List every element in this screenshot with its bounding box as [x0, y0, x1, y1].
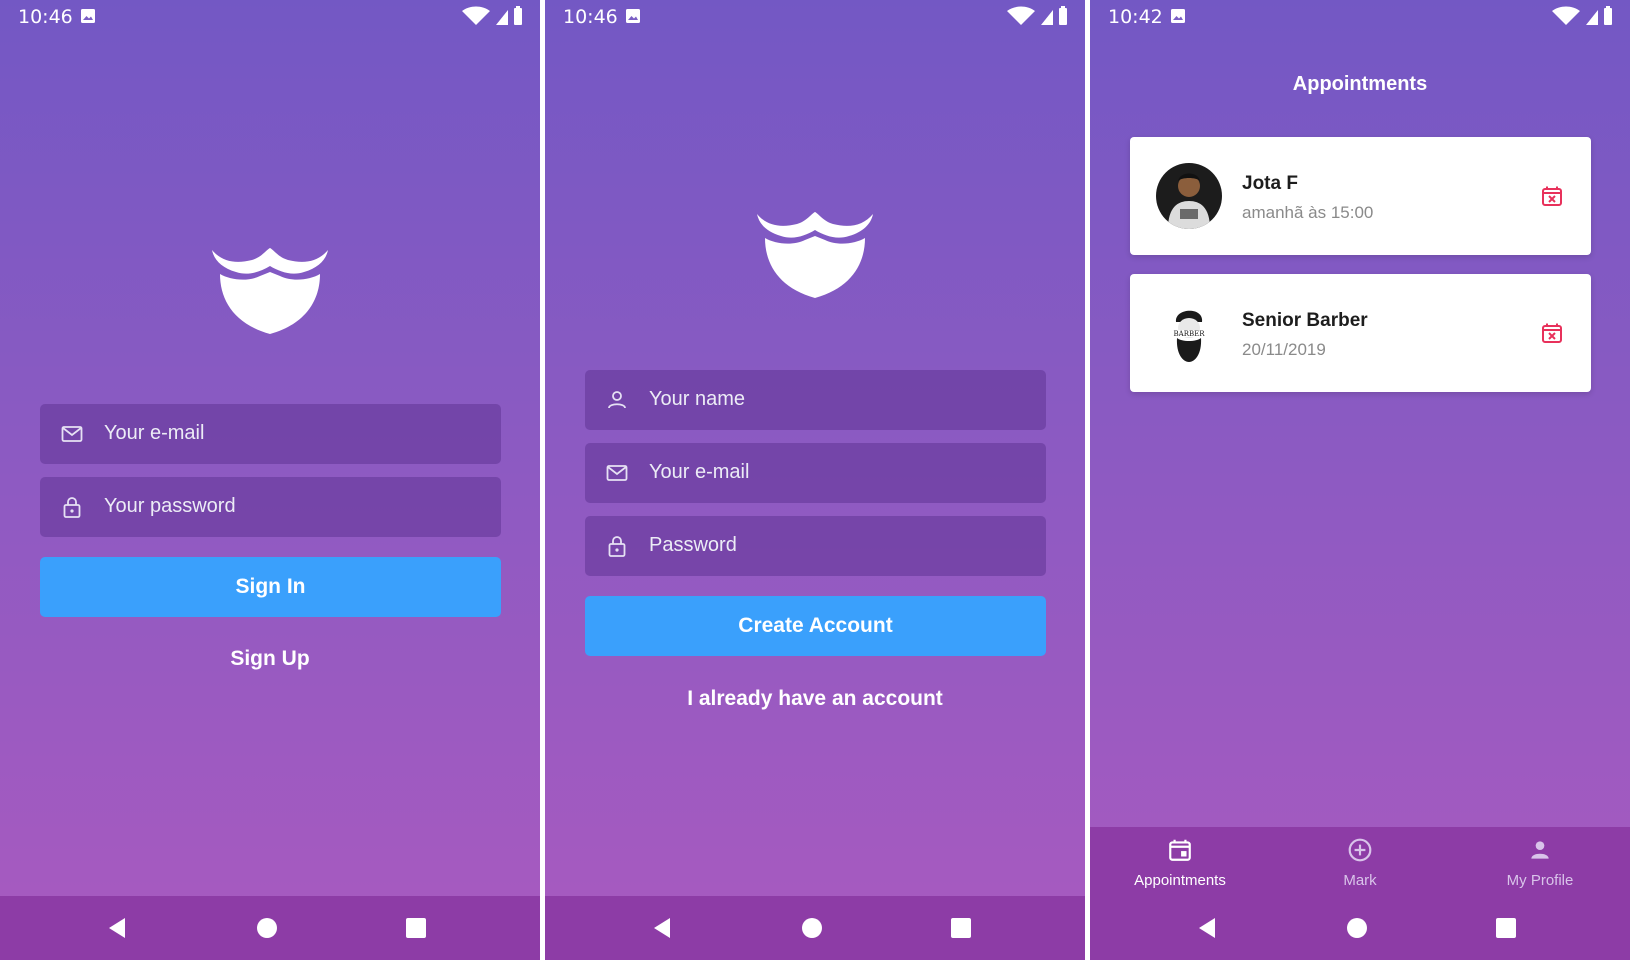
barber-name: Jota F — [1242, 173, 1298, 194]
lock-icon — [60, 495, 84, 519]
avatar — [1156, 163, 1222, 229]
back-icon[interactable] — [104, 914, 132, 942]
password-field[interactable]: Your password — [40, 477, 501, 537]
appointment-card[interactable]: Jota F amanhã às 15:00 — [1130, 137, 1591, 255]
tab-label: My Profile — [1506, 872, 1574, 889]
tab-appointments[interactable]: Appointments — [1090, 827, 1270, 896]
system-nav-bar — [1090, 896, 1630, 960]
password-placeholder: Your password — [104, 495, 236, 517]
password-placeholder: Password — [649, 534, 737, 556]
email-field[interactable]: Your e-mail — [40, 404, 501, 464]
back-icon[interactable] — [649, 914, 677, 942]
recents-icon[interactable] — [402, 914, 430, 942]
status-icons — [1550, 6, 1612, 26]
image-notification-icon — [80, 8, 96, 24]
appointment-time: amanhã às 15:00 — [1242, 203, 1374, 222]
email-placeholder: Your e-mail — [104, 422, 205, 444]
appointment-time: 20/11/2019 — [1242, 340, 1326, 359]
recents-icon[interactable] — [947, 914, 975, 942]
appointment-card[interactable]: BARBER Senior Barber 20/11/2019 — [1130, 274, 1591, 392]
tab-label: Mark — [1343, 872, 1377, 889]
status-time: 10:46 — [563, 6, 618, 28]
status-icons — [460, 6, 522, 26]
mail-icon — [605, 461, 629, 485]
signin-screen: 10:46 Your e-mail Your password Sign In … — [0, 0, 540, 960]
tab-mark[interactable]: Mark — [1270, 827, 1450, 896]
recents-icon[interactable] — [1492, 914, 1520, 942]
home-icon[interactable] — [1343, 914, 1371, 942]
add-circle-icon — [1348, 838, 1372, 862]
name-field[interactable]: Your name — [585, 370, 1046, 430]
system-nav-bar — [0, 896, 540, 960]
person-icon — [1531, 841, 1549, 859]
bottom-tab-bar: Appointments Mark My Profile — [1090, 827, 1630, 896]
sign-up-link[interactable]: Sign Up — [0, 647, 540, 671]
lock-icon — [605, 534, 629, 558]
page-title: Appointments — [1292, 73, 1428, 95]
signup-screen: 10:46 Your name Your e-mail Password Cre… — [545, 0, 1085, 960]
mail-icon — [60, 422, 84, 446]
home-icon[interactable] — [253, 914, 281, 942]
name-placeholder: Your name — [649, 388, 745, 410]
cancel-appointment-icon[interactable] — [1540, 184, 1564, 208]
status-bar: 10:46 — [0, 0, 540, 32]
email-placeholder: Your e-mail — [649, 461, 750, 483]
password-field[interactable]: Password — [585, 516, 1046, 576]
appointments-screen: 10:42 Appointments Jota F amanhã às 15:0… — [1090, 0, 1630, 960]
image-notification-icon — [625, 8, 641, 24]
already-have-account-link[interactable]: I already have an account — [545, 687, 1085, 711]
status-icons — [1005, 6, 1067, 26]
tab-my-profile[interactable]: My Profile — [1450, 827, 1630, 896]
person-icon — [605, 388, 629, 412]
barber-logo-text: BARBER — [1174, 330, 1206, 338]
cancel-appointment-icon[interactable] — [1540, 321, 1564, 345]
mustache-logo-icon — [753, 202, 877, 302]
tab-label: Appointments — [1134, 872, 1226, 889]
system-nav-bar — [545, 896, 1085, 960]
home-icon[interactable] — [798, 914, 826, 942]
email-field[interactable]: Your e-mail — [585, 443, 1046, 503]
create-account-button[interactable]: Create Account — [585, 596, 1046, 656]
status-time: 10:46 — [18, 6, 73, 28]
back-icon[interactable] — [1194, 914, 1222, 942]
calendar-icon — [1169, 839, 1191, 861]
status-time: 10:42 — [1108, 6, 1163, 28]
avatar: BARBER — [1156, 300, 1222, 366]
barber-name: Senior Barber — [1242, 310, 1368, 331]
sign-in-button[interactable]: Sign In — [40, 557, 501, 617]
status-bar: 10:46 — [545, 0, 1085, 32]
status-bar: 10:42 — [1090, 0, 1630, 32]
mustache-logo-icon — [208, 238, 332, 338]
image-notification-icon — [1170, 8, 1186, 24]
